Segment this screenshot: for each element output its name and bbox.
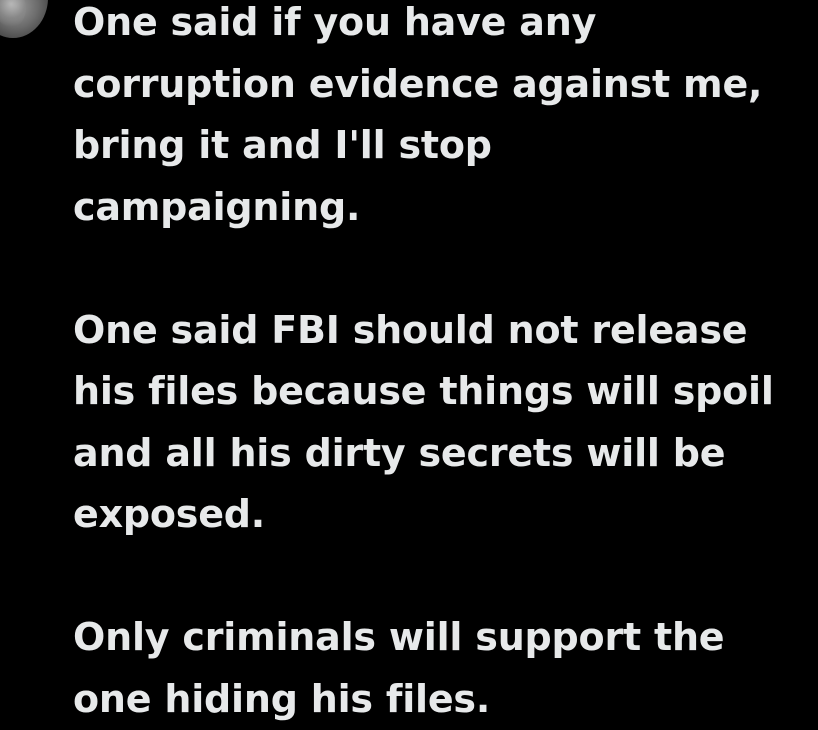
- avatar[interactable]: [0, 0, 48, 38]
- post-text: One said if you have any corruption evid…: [73, 0, 813, 730]
- post-paragraph-3: Only criminals will support the one hidi…: [73, 615, 725, 721]
- post-paragraph-2: One said FBI should not release his file…: [73, 307, 774, 537]
- post-paragraph-1: One said if you have any corruption evid…: [73, 0, 763, 229]
